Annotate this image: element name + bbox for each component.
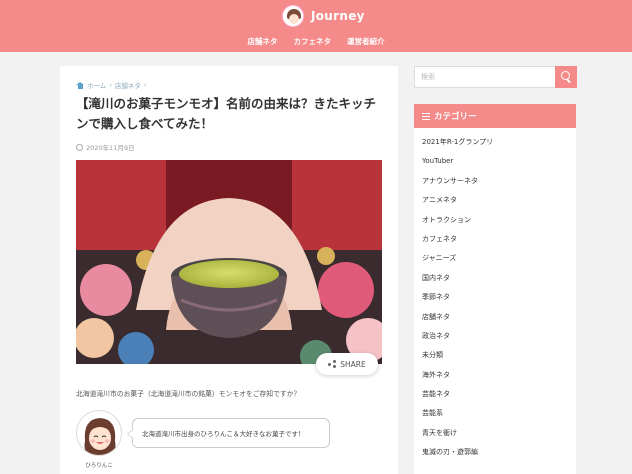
- logo-avatar: [282, 5, 304, 27]
- speech-text: 北海道滝川市出身のひろりんこ＆大好きなお菓子です！: [142, 430, 305, 438]
- category-item[interactable]: 国内ネタ: [422, 269, 572, 288]
- nav-item-cafe[interactable]: カフェネタ: [294, 36, 332, 47]
- author-illustration: [84, 418, 116, 455]
- brand-name[interactable]: Journey: [311, 9, 365, 23]
- clock-icon: [76, 143, 83, 151]
- search-input[interactable]: [415, 67, 555, 87]
- search-box: [414, 66, 577, 88]
- home-icon: [76, 81, 84, 89]
- breadcrumb: ホーム › 店舗ネタ ›: [76, 80, 147, 90]
- breadcrumb-separator: ›: [109, 81, 112, 89]
- category-list: 2021年R-1グランプリ YouTuber アナウンサーネタ アニメネタ オト…: [422, 133, 572, 463]
- article-card: ホーム › 店舗ネタ › 【滝川のお菓子モンモオ】名前の由来は？きたキッチンで購…: [60, 66, 398, 474]
- category-item[interactable]: 店舗ネタ: [422, 308, 572, 327]
- category-item[interactable]: 芸能系: [422, 404, 572, 423]
- article-lead: 北海道滝川市のお菓子（北海道滝川市の銘菓）モンモオをご存知ですか？: [76, 390, 301, 398]
- category-heading-text: カテゴリー: [434, 112, 477, 122]
- nav-item-about[interactable]: 運営者紹介: [347, 36, 385, 47]
- site-header: Journey 店舗ネタ カフェネタ 運営者紹介: [0, 0, 632, 52]
- category-item[interactable]: 政治ネタ: [422, 327, 572, 346]
- list-icon: [422, 112, 430, 120]
- category-item[interactable]: カフェネタ: [422, 230, 572, 249]
- category-item[interactable]: 季節ネタ: [422, 288, 572, 307]
- matcha-photo: [76, 160, 382, 364]
- category-item[interactable]: ジャニーズ: [422, 249, 572, 268]
- share-icon: [328, 360, 337, 368]
- breadcrumb-home[interactable]: ホーム: [87, 80, 106, 90]
- speech-bubble: 北海道滝川市出身のひろりんこ＆大好きなお菓子です！: [127, 418, 330, 448]
- category-heading: カテゴリー: [414, 104, 576, 128]
- category-item[interactable]: アナウンサーネタ: [422, 172, 572, 191]
- category-item[interactable]: 青天を衝け: [422, 424, 572, 443]
- search-button[interactable]: [555, 66, 577, 88]
- post-date-text: 2020年11月9日: [86, 144, 135, 152]
- category-item[interactable]: 芸能ネタ: [422, 385, 572, 404]
- category-item[interactable]: 海外ネタ: [422, 366, 572, 385]
- article-title: 【滝川のお菓子モンモオ】名前の由来は？きたキッチンで購入し食べてみた！: [76, 96, 377, 131]
- share-button[interactable]: SHARE: [316, 353, 378, 375]
- category-item[interactable]: YouTuber: [422, 152, 572, 171]
- brand[interactable]: Journey: [282, 4, 365, 28]
- share-label: SHARE: [340, 359, 366, 369]
- category-widget: カテゴリー 2021年R-1グランプリ YouTuber アナウンサーネタ アニ…: [414, 104, 576, 474]
- main-nav: 店舗ネタ カフェネタ 運営者紹介: [0, 36, 632, 47]
- category-item[interactable]: オトラクション: [422, 211, 572, 230]
- author-name: ひろりんこ: [85, 463, 113, 469]
- breadcrumb-separator: ›: [143, 81, 147, 89]
- category-item[interactable]: 鬼滅の刃・遊郭編: [422, 443, 572, 462]
- category-item[interactable]: 未分類: [422, 346, 572, 365]
- post-date: 2020年11月9日: [76, 142, 134, 152]
- breadcrumb-category[interactable]: 店舗ネタ: [115, 80, 141, 90]
- author-avatar: [76, 410, 122, 456]
- hero-image: [76, 160, 382, 364]
- nav-item-stores[interactable]: 店舗ネタ: [248, 36, 278, 47]
- category-item[interactable]: 2021年R-1グランプリ: [422, 133, 572, 152]
- category-item[interactable]: アニメネタ: [422, 191, 572, 210]
